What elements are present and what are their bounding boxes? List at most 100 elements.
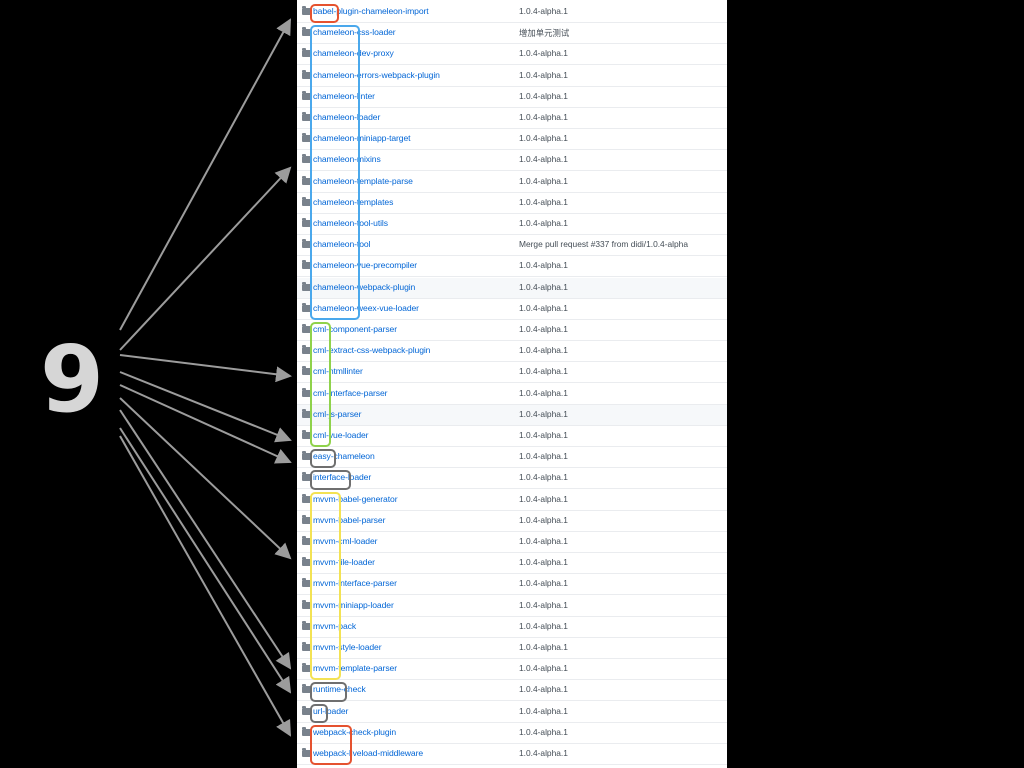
folder-row[interactable]: chameleon-loader 1.0.4-alpha.1 xyxy=(297,108,727,129)
folder-name-rest: -style-loader xyxy=(335,642,382,652)
highlight-box-interface xyxy=(310,470,351,490)
commit-message-link[interactable]: 1.0.4-alpha.1 xyxy=(519,494,568,504)
folder-name-rest: -weex-vue-loader xyxy=(354,302,419,313)
folder-name-rest: -css-loader xyxy=(354,27,396,38)
commit-message-link[interactable]: 1.0.4-alpha.1 xyxy=(519,197,568,207)
folder-row[interactable]: mvvm-pack 1.0.4-alpha.1 xyxy=(297,617,727,638)
folder-name-rest: -webpack-plugin xyxy=(354,281,416,292)
commit-message-link[interactable]: 1.0.4-alpha.1 xyxy=(519,6,568,16)
highlight-box-runtime xyxy=(310,682,347,702)
folder-row[interactable]: chameleon-template-parse 1.0.4-alpha.1 xyxy=(297,172,727,193)
folder-row[interactable]: chameleon-weex-vue-loader 1.0.4-alpha.1 xyxy=(297,299,727,320)
commit-message-link[interactable]: 1.0.4-alpha.1 xyxy=(519,70,568,80)
folder-row[interactable]: cml-interface-parser 1.0.4-alpha.1 xyxy=(297,384,727,405)
folder-row[interactable]: mvvm-miniapp-loader 1.0.4-alpha.1 xyxy=(297,596,727,617)
folder-row[interactable]: runtime-check 1.0.4-alpha.1 xyxy=(297,680,727,702)
commit-message-link[interactable]: 增加单元测试 xyxy=(519,27,569,39)
folder-row[interactable]: url-loader 1.0.4-alpha.1 xyxy=(297,702,727,723)
commit-message-link[interactable]: 1.0.4-alpha.1 xyxy=(519,91,568,101)
commit-message-link[interactable]: 1.0.4-alpha.1 xyxy=(519,557,568,567)
folder-row[interactable]: mvvm-style-loader 1.0.4-alpha.1 xyxy=(297,638,727,659)
folder-row[interactable]: chameleon-templates 1.0.4-alpha.1 xyxy=(297,193,727,214)
folder-row[interactable]: interface-loader 1.0.4-alpha.1 xyxy=(297,468,727,490)
commit-message-link[interactable]: 1.0.4-alpha.1 xyxy=(519,366,568,376)
commit-message-link[interactable]: 1.0.4-alpha.1 xyxy=(519,621,568,631)
commit-message-link[interactable]: 1.0.4-alpha.1 xyxy=(519,748,568,758)
folder-row[interactable]: chameleon-mixins 1.0.4-alpha.1 xyxy=(297,150,727,172)
commit-message-link[interactable]: 1.0.4-alpha.1 xyxy=(519,133,568,143)
commit-message-link[interactable]: 1.0.4-alpha.1 xyxy=(519,345,568,355)
folder-row[interactable]: mvvm-file-loader 1.0.4-alpha.1 xyxy=(297,553,727,575)
arrow-cml xyxy=(119,354,292,383)
arrow-runtime xyxy=(119,409,292,670)
commit-message-link[interactable]: 1.0.4-alpha.1 xyxy=(519,324,568,334)
folder-name-rest: -template-parser xyxy=(335,663,398,674)
commit-message-link[interactable]: 1.0.4-alpha.1 xyxy=(519,536,568,546)
commit-message-link[interactable]: 1.0.4-alpha.1 xyxy=(519,48,568,58)
folder-row[interactable]: cml-component-parser 1.0.4-alpha.1 xyxy=(297,320,727,341)
folder-row[interactable]: mvvm-interface-parser 1.0.4-alpha.1 xyxy=(297,574,727,596)
commit-message-link[interactable]: 1.0.4-alpha.1 xyxy=(519,430,568,440)
commit-message-link[interactable]: 1.0.4-alpha.1 xyxy=(519,642,568,652)
folder-row[interactable]: mvvm-babel-parser 1.0.4-alpha.1 xyxy=(297,511,727,532)
folder-row[interactable]: chameleon-dev-proxy 1.0.4-alpha.1 xyxy=(297,44,727,66)
folder-name-rest: -dev-proxy xyxy=(354,48,394,59)
folder-row[interactable]: chameleon-vue-precompiler 1.0.4-alpha.1 xyxy=(297,256,727,278)
folder-name-rest: -plugin-chameleon-import xyxy=(333,6,429,16)
commit-message-link[interactable]: 1.0.4-alpha.1 xyxy=(519,663,568,673)
commit-message-link[interactable]: 1.0.4-alpha.1 xyxy=(519,303,568,313)
folder-row[interactable]: easy-chameleon 1.0.4-alpha.1 xyxy=(297,447,727,469)
folder-row[interactable]: chameleon-webpack-plugin 1.0.4-alpha.1 xyxy=(297,277,727,299)
folder-name-rest: -component-parser xyxy=(326,324,397,334)
folder-name-rest: -babel-generator xyxy=(335,493,398,504)
folder-row[interactable]: chameleon-miniapp-target 1.0.4-alpha.1 xyxy=(297,129,727,151)
commit-message-link[interactable]: 1.0.4-alpha.1 xyxy=(519,706,568,716)
commit-message-link[interactable]: 1.0.4-alpha.1 xyxy=(519,176,568,186)
folder-name-rest: -cml-loader xyxy=(335,536,378,546)
highlight-box-chameleon xyxy=(310,25,361,320)
folder-row[interactable]: chameleon-errors-webpack-plugin 1.0.4-alp… xyxy=(297,66,727,87)
folder-name-rest: -miniapp-target xyxy=(354,133,411,144)
folder-row[interactable]: cml-htmllinter 1.0.4-alpha.1 xyxy=(297,362,727,384)
folder-row[interactable]: webpack-liveload-middleware 1.0.4-alpha.1 xyxy=(297,744,727,765)
commit-message-link[interactable]: 1.0.4-alpha.1 xyxy=(519,684,568,694)
commit-message-link[interactable]: 1.0.4-alpha.1 xyxy=(519,282,568,292)
commit-message-link[interactable]: Merge pull request #337 from didi/1.0.4-… xyxy=(519,239,688,249)
commit-message-link[interactable]: 1.0.4-alpha.1 xyxy=(519,451,568,461)
commit-message-link[interactable]: 1.0.4-alpha.1 xyxy=(519,515,568,525)
folder-row[interactable]: cml-vue-loader 1.0.4-alpha.1 xyxy=(297,426,727,447)
folder-row[interactable]: mvvm-babel-generator 1.0.4-alpha.1 xyxy=(297,490,727,511)
folder-row[interactable]: webpack-check-plugin 1.0.4-alpha.1 xyxy=(297,723,727,744)
highlight-box-babel xyxy=(310,4,340,24)
folder-name-rest: -babel-parser xyxy=(335,514,386,525)
commit-message-link[interactable]: 1.0.4-alpha.1 xyxy=(519,727,568,737)
highlight-box-webpack xyxy=(310,724,352,766)
arrow-easy xyxy=(119,371,292,443)
commit-message-link[interactable]: 1.0.4-alpha.1 xyxy=(519,154,568,164)
folder-row[interactable]: cml-extract-css-webpack-plugin 1.0.4-alph… xyxy=(297,341,727,363)
folder-row[interactable]: mvvm-template-parser 1.0.4-alpha.1 xyxy=(297,659,727,681)
folder-row[interactable]: chameleon-tool Merge pull request #337 fr… xyxy=(297,235,727,257)
highlight-box-cml xyxy=(310,322,332,448)
folder-row[interactable]: mvvm-cml-loader 1.0.4-alpha.1 xyxy=(297,532,727,553)
commit-message-link[interactable]: 1.0.4-alpha.1 xyxy=(519,472,568,482)
arrow-mvvm xyxy=(119,397,292,560)
commit-message-link[interactable]: 1.0.4-alpha.1 xyxy=(519,578,568,588)
folder-row[interactable]: chameleon-linter 1.0.4-alpha.1 xyxy=(297,87,727,108)
commit-message-link[interactable]: 1.0.4-alpha.1 xyxy=(519,600,568,610)
folder-row[interactable]: babel-plugin-chameleon-import 1.0.4-alpha… xyxy=(297,2,727,23)
folder-row[interactable]: chameleon-css-loader 增加单元测试 xyxy=(297,23,727,45)
highlight-box-mvvm xyxy=(310,491,341,681)
folder-row[interactable]: cml-js-parser 1.0.4-alpha.1 xyxy=(297,404,727,426)
commit-message-link[interactable]: 1.0.4-alpha.1 xyxy=(519,218,568,228)
commit-message-link[interactable]: 1.0.4-alpha.1 xyxy=(519,260,568,270)
commit-message-link[interactable]: 1.0.4-alpha.1 xyxy=(519,388,568,398)
commit-message-link[interactable]: 1.0.4-alpha.1 xyxy=(519,112,568,122)
arrow-interface xyxy=(119,384,292,464)
arrow-chameleon xyxy=(119,166,292,351)
commit-message-link[interactable]: 1.0.4-alpha.1 xyxy=(519,409,568,419)
arrow-babel xyxy=(119,18,291,331)
folder-name-rest: -templates xyxy=(354,196,394,207)
folder-row[interactable]: chameleon-tool-utils 1.0.4-alpha.1 xyxy=(297,214,727,235)
folder-name-rest: -vue-loader xyxy=(326,430,369,440)
